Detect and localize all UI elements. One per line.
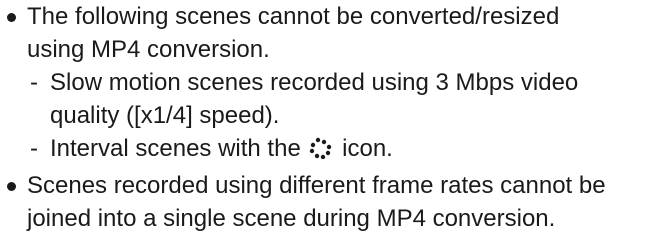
- notes-list: The following scenes cannot be converted…: [0, 0, 652, 235]
- sub2-text-before: Interval scenes with the: [50, 135, 301, 162]
- item1-line2: using MP4 conversion.: [27, 36, 270, 63]
- item1-line1: The following scenes cannot be converted…: [27, 3, 560, 30]
- sub-list: - Slow motion scenes recorded using 3 Mb…: [27, 66, 652, 165]
- sub-item-interval: - Interval scenes with the icon.: [27, 132, 652, 165]
- dash-marker: -: [30, 69, 38, 96]
- item2-line1: Scenes recorded using different frame ra…: [27, 172, 606, 199]
- bullet-item-conversion-limits: The following scenes cannot be converted…: [0, 0, 652, 165]
- interval-icon: [310, 137, 332, 159]
- sub2-text-after: icon.: [342, 135, 393, 162]
- sub2-line: Interval scenes with the icon.: [50, 132, 652, 165]
- dash-marker: -: [30, 135, 38, 162]
- bullet-item-frame-rates: Scenes recorded using different frame ra…: [0, 169, 652, 235]
- sub1-line1: Slow motion scenes recorded using 3 Mbps…: [50, 69, 579, 96]
- bullet-icon: [7, 182, 16, 191]
- sub-item-slow-motion: - Slow motion scenes recorded using 3 Mb…: [27, 66, 652, 132]
- sub1-line2: quality ([x1/4] speed).: [50, 102, 280, 129]
- bullet-icon: [7, 13, 16, 22]
- item2-line2: joined into a single scene during MP4 co…: [27, 205, 556, 232]
